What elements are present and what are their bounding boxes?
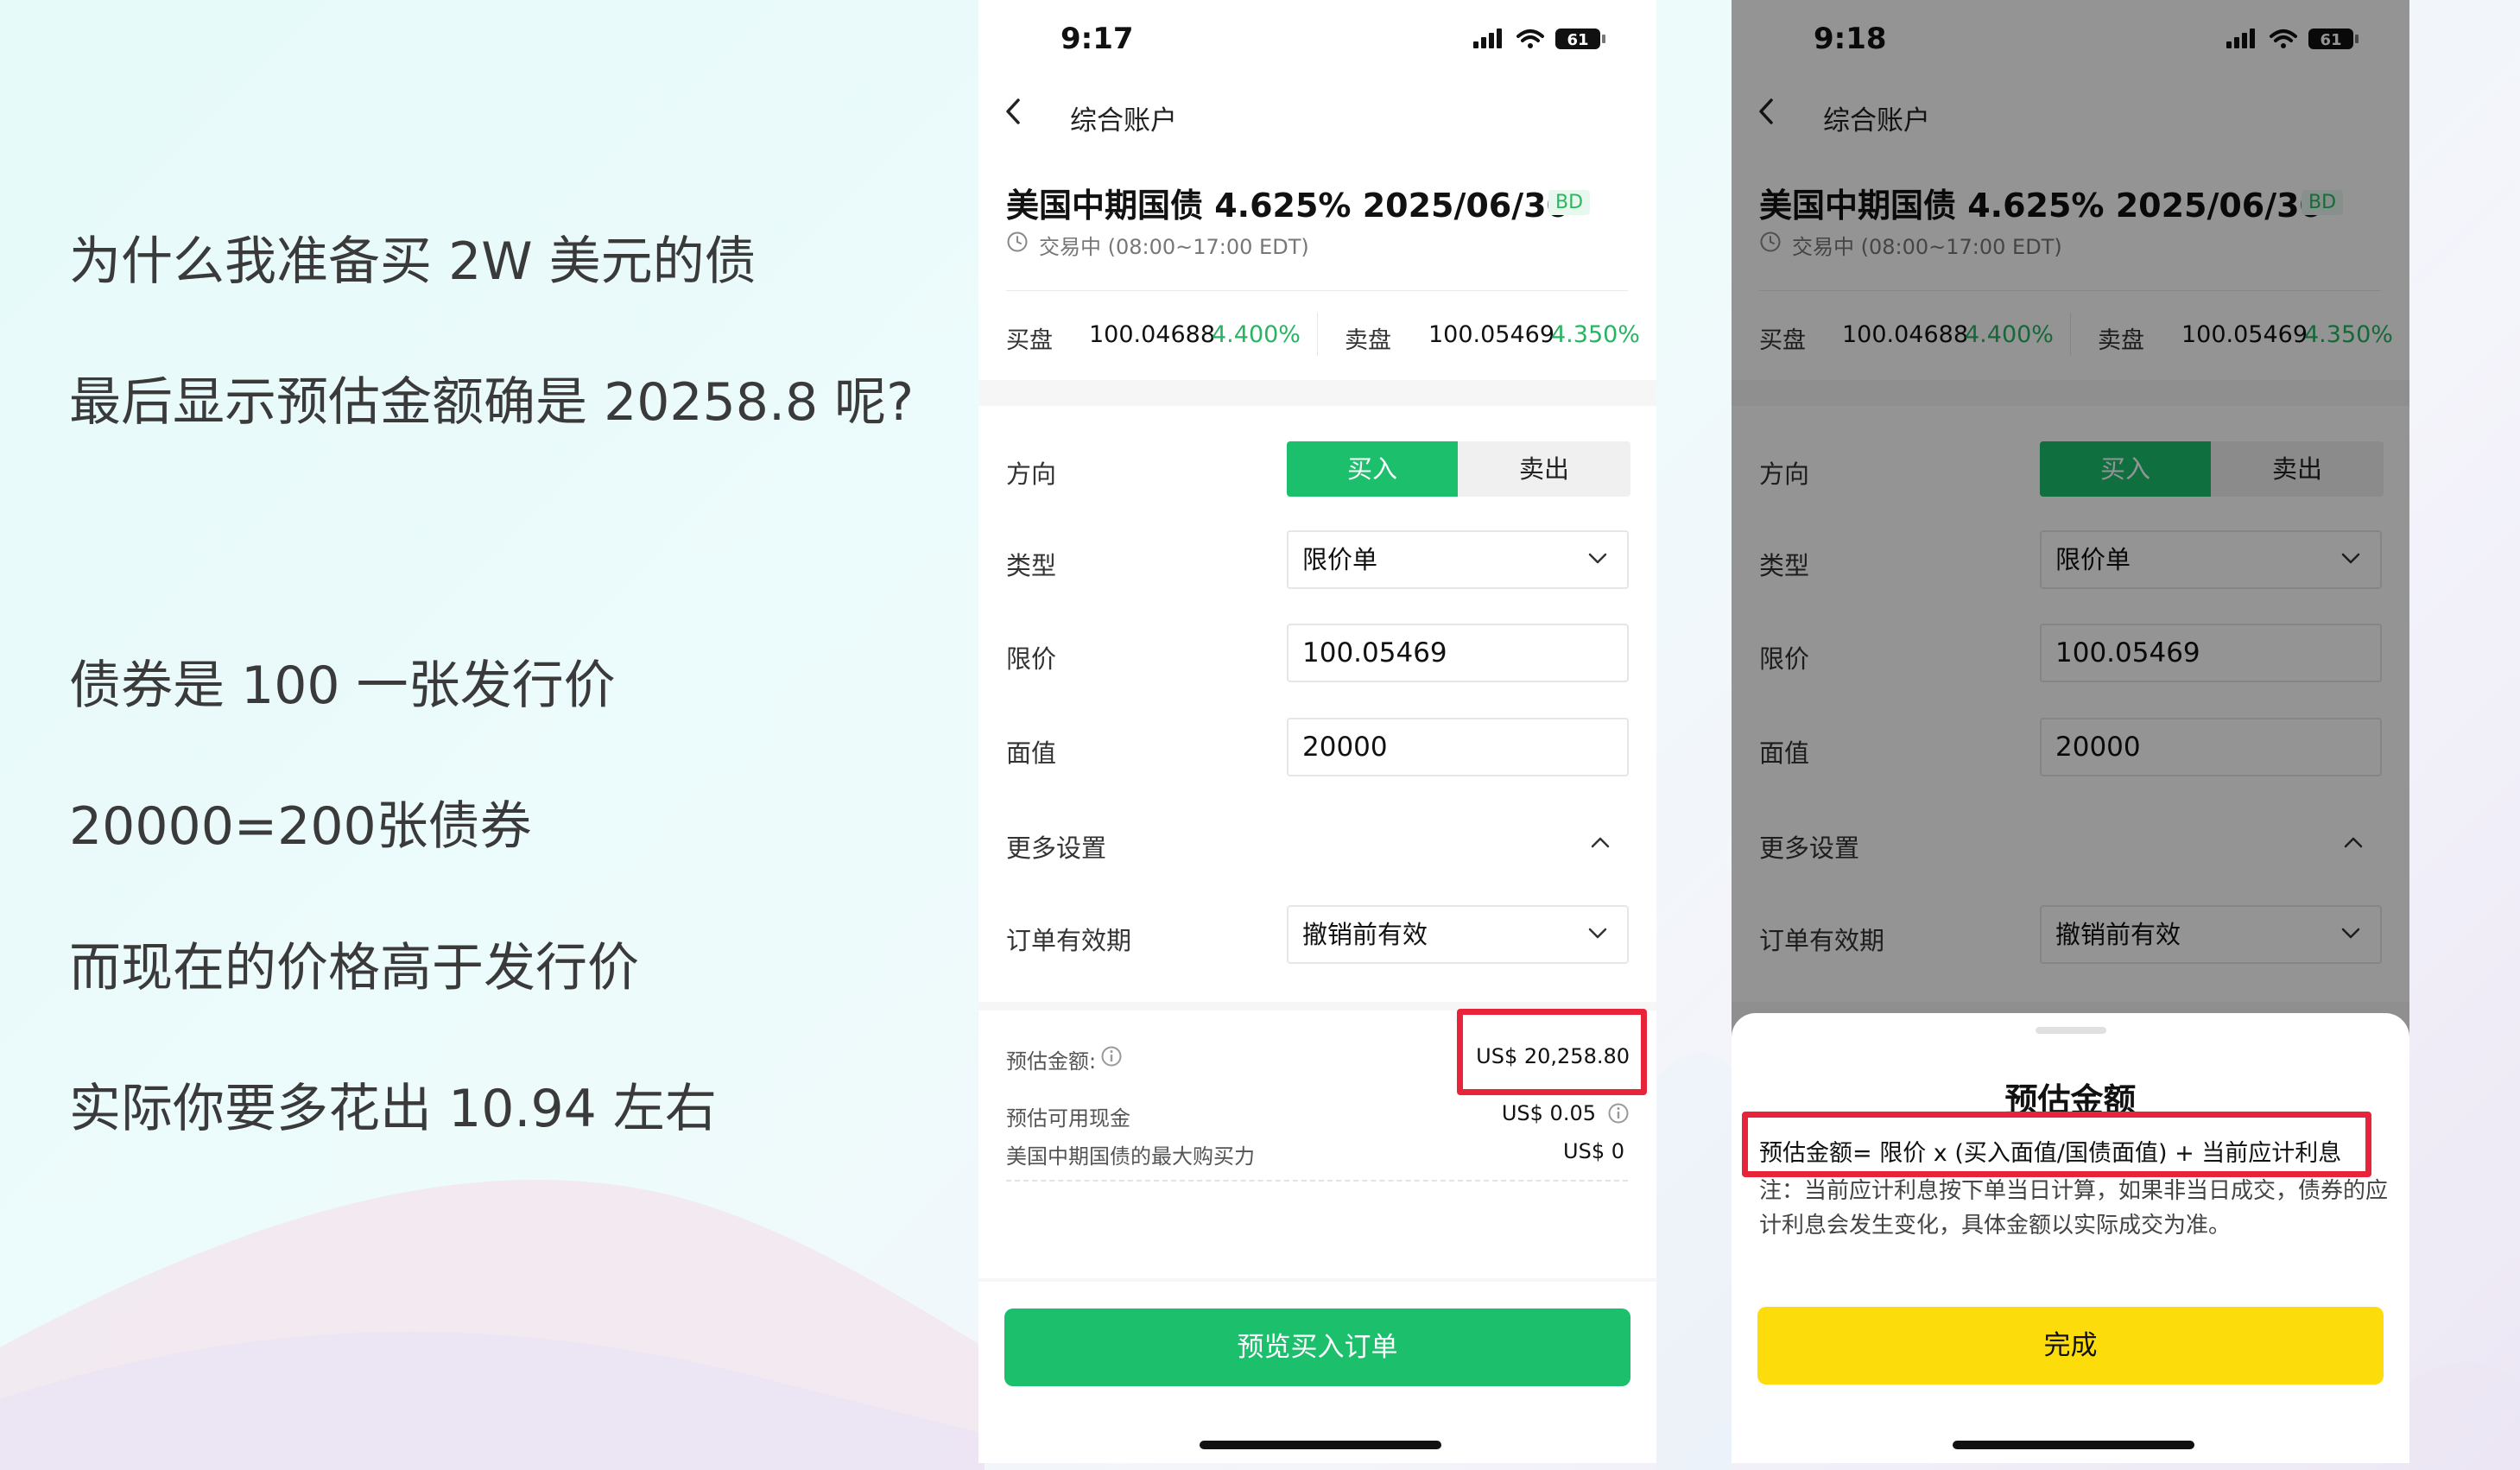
available-cash-value: US$ 0.05 (1501, 1101, 1596, 1125)
annotation-line-2: 最后显示预估金额确是 20258.8 呢? (69, 372, 915, 433)
phone-screen-estimate-sheet: 9:18 61 综合账户 美国中期国债 4.625% 2025/06/30 BD… (1732, 0, 2409, 1463)
annotation-line-5: 而现在的价格高于发行价 (69, 938, 639, 998)
bond-tag: BD (1548, 190, 1591, 215)
done-button[interactable]: 完成 (1757, 1307, 2384, 1384)
bid-yield: 4.400% (1212, 321, 1301, 348)
max-power-value: US$ 0 (1563, 1139, 1624, 1163)
annotation-line-6: 实际你要多花出 10.94 左右 (69, 1079, 717, 1139)
limit-price-label: 限价 (1006, 644, 1057, 674)
max-power-label: 美国中期国债的最大购买力 (1006, 1144, 1255, 1169)
validity-value: 撤销前有效 (1302, 920, 1428, 949)
preview-buy-order-button[interactable]: 预览买入订单 (1004, 1308, 1630, 1386)
annotation-line-3: 债券是 100 一张发行价 (69, 656, 616, 716)
signal-icon (1473, 29, 1502, 48)
direction-toggle: 买入 卖出 (1287, 441, 1630, 497)
ask-label: 卖盘 (1345, 327, 1391, 354)
validity-select[interactable]: 撤销前有效 (1287, 905, 1629, 964)
annotation-line-4: 20000=200张债券 (69, 796, 532, 857)
ask-yield: 4.350% (1551, 321, 1640, 348)
ask-price: 100.05469 (1428, 321, 1555, 348)
dashed-divider (1006, 1180, 1628, 1182)
battery-level: 61 (1567, 31, 1588, 49)
bid-label: 买盘 (1006, 327, 1053, 354)
home-indicator (1200, 1441, 1441, 1449)
order-type-select[interactable]: 限价单 (1287, 530, 1629, 589)
limit-price-input[interactable]: 100.05469 (1287, 624, 1629, 682)
chevron-down-icon (1588, 553, 1607, 564)
divider (1006, 290, 1628, 291)
estimate-bottom-sheet: 预估金额 预估金额= 限价 x (买入面值/国债面值) + 当前应计利息 注：当… (1732, 1013, 2409, 1463)
wifi-icon (1516, 29, 1544, 42)
chevron-up-icon[interactable] (1590, 835, 1611, 849)
type-label: 类型 (1006, 551, 1057, 580)
highlight-box (1457, 1009, 1647, 1095)
phone-screen-order-form: 9:17 61 综合账户 美国中期国债 4.625% 2025/06/30 BD… (978, 0, 1656, 1463)
annotation-line-1: 为什么我准备买 2W 美元的债 (69, 231, 757, 292)
validity-label: 订单有效期 (1006, 926, 1132, 955)
status-time: 9:17 (1061, 22, 1134, 56)
home-indicator (1953, 1441, 2194, 1449)
face-value-input[interactable]: 20000 (1287, 718, 1629, 776)
clock-icon (1006, 231, 1029, 257)
sell-toggle[interactable]: 卖出 (1458, 441, 1630, 497)
limit-price-value: 100.05469 (1302, 637, 1447, 668)
bond-name: 美国中期国债 4.625% 2025/06/30 (1006, 187, 1570, 225)
buy-toggle[interactable]: 买入 (1287, 441, 1458, 497)
quote-separator (1317, 313, 1318, 356)
status-icons: 61 (1473, 26, 1611, 55)
trading-status: 交易中 (08:00~17:00 EDT) (1039, 235, 1309, 259)
back-chevron-icon[interactable] (1003, 97, 1023, 130)
face-value-value: 20000 (1302, 732, 1388, 763)
bid-price: 100.04688 (1089, 321, 1216, 348)
nav-title: 综合账户 (1070, 105, 1177, 136)
direction-label: 方向 (1006, 459, 1057, 489)
estimate-label: 预估金额: (1006, 1049, 1097, 1074)
more-settings-toggle[interactable]: 更多设置 (1006, 828, 1106, 865)
info-icon[interactable] (1607, 1102, 1630, 1125)
order-type-value: 限价单 (1302, 545, 1378, 574)
chevron-down-icon (1588, 928, 1607, 939)
info-icon[interactable] (1100, 1045, 1123, 1068)
face-value-label: 面值 (1006, 738, 1057, 768)
available-cash-label: 预估可用现金 (1006, 1106, 1130, 1131)
estimate-note: 注：当前应计利息按下单当日计算，如果非当日成交，债券的应计利息会发生变化，具体金… (1759, 1178, 2389, 1239)
sheet-grabber[interactable] (2036, 1027, 2106, 1034)
highlight-box (1742, 1112, 2371, 1177)
